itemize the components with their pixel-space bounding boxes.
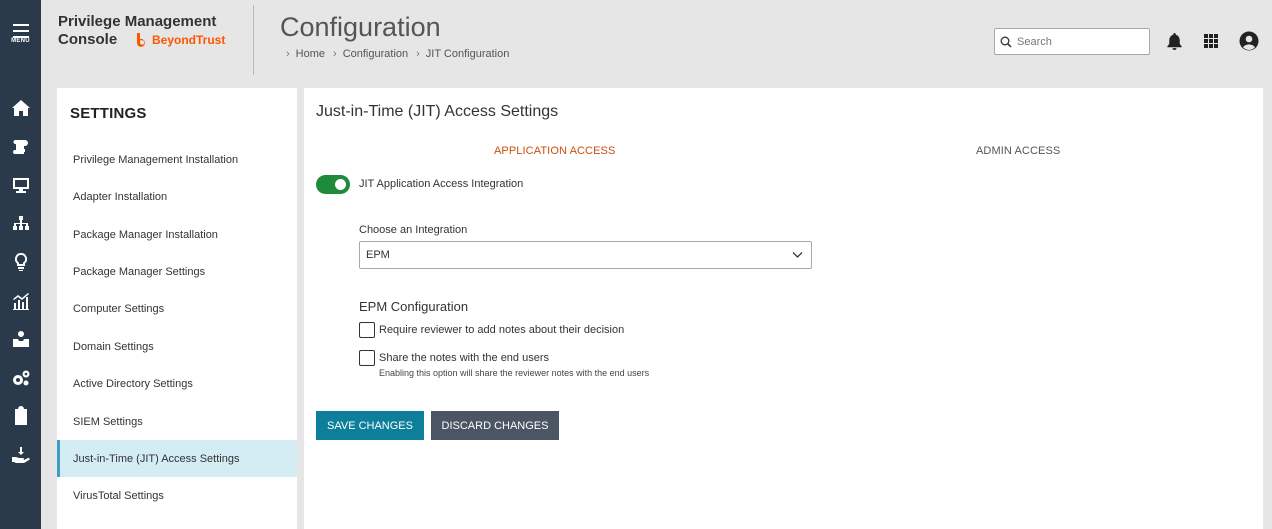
header-divider <box>253 5 254 75</box>
jit-integration-toggle[interactable] <box>316 175 350 194</box>
menu-label: MENU <box>11 38 30 44</box>
hand-download-icon[interactable] <box>0 443 41 467</box>
toggle-knob <box>335 179 346 190</box>
chevron-down-icon <box>792 252 803 258</box>
reviewer-notes-checkbox[interactable] <box>359 322 375 338</box>
discard-changes-button[interactable]: DISCARD CHANGES <box>431 411 559 440</box>
settings-item-adapter-installation[interactable]: Adapter Installation <box>57 178 297 215</box>
integration-select-value: EPM <box>366 249 390 261</box>
clipboard-icon[interactable] <box>0 404 41 428</box>
epm-configuration-title: EPM Configuration <box>359 299 469 314</box>
page-title: Configuration <box>280 12 441 42</box>
breadcrumb: › Home › Configuration › JIT Configurati… <box>286 48 517 60</box>
settings-heading: SETTINGS <box>70 105 147 122</box>
settings-panel: SETTINGS Privilege Management Installati… <box>57 88 297 529</box>
integration-field-label: Choose an Integration <box>359 224 468 236</box>
breadcrumb-configuration[interactable]: Configuration <box>343 48 408 60</box>
beyondtrust-logo-icon <box>137 33 145 47</box>
share-notes-label: Share the notes with the end users <box>379 352 549 364</box>
tab-admin-access[interactable]: ADMIN ACCESS <box>976 145 1060 157</box>
chevron-right-icon: › <box>333 48 337 60</box>
share-notes-hint: Enabling this option will share the revi… <box>379 368 650 378</box>
left-nav-rail: MENU <box>0 0 41 529</box>
breadcrumb-jit-configuration: JIT Configuration <box>425 48 510 60</box>
settings-item-package-manager-installation[interactable]: Package Manager Installation <box>57 216 297 253</box>
menu-button[interactable]: MENU <box>0 24 41 44</box>
chevron-right-icon: › <box>286 48 290 60</box>
settings-item-package-manager-settings[interactable]: Package Manager Settings <box>57 253 297 290</box>
search-icon <box>1000 36 1012 48</box>
hamburger-icon <box>12 24 29 38</box>
share-notes-checkbox[interactable] <box>359 350 375 366</box>
section-title: Just-in-Time (JIT) Access Settings <box>316 103 559 120</box>
beyondtrust-logo: BeyondTrust <box>135 31 225 49</box>
main-panel: Just-in-Time (JIT) Access Settings APPLI… <box>304 88 1263 529</box>
home-icon[interactable] <box>0 96 41 120</box>
monitor-icon[interactable] <box>0 173 41 197</box>
bell-icon[interactable] <box>1163 30 1185 52</box>
apps-grid-icon[interactable] <box>1200 30 1222 52</box>
tab-application-access[interactable]: APPLICATION ACCESS <box>494 145 615 157</box>
chevron-right-icon: › <box>416 48 420 60</box>
settings-item-virustotal-settings[interactable]: VirusTotal Settings <box>57 477 297 514</box>
breadcrumb-home[interactable]: Home <box>296 48 325 60</box>
user-account-icon[interactable] <box>1238 30 1260 52</box>
cogs-icon[interactable] <box>0 366 41 390</box>
settings-item-active-directory-settings[interactable]: Active Directory Settings <box>57 365 297 402</box>
settings-item-domain-settings[interactable]: Domain Settings <box>57 328 297 365</box>
settings-item-privilege-management-installation[interactable]: Privilege Management Installation <box>57 141 297 178</box>
settings-item-jit-access-settings[interactable]: Just-in-Time (JIT) Access Settings <box>57 440 297 477</box>
integration-select[interactable]: EPM <box>359 241 812 269</box>
reviewer-notes-label: Require reviewer to add notes about thei… <box>379 324 625 336</box>
settings-item-siem-settings[interactable]: SIEM Settings <box>57 403 297 440</box>
jit-integration-toggle-label: JIT Application Access Integration <box>359 178 524 190</box>
brand-line1: Privilege Management <box>58 13 217 30</box>
search-input[interactable] <box>1017 35 1137 48</box>
analytics-icon[interactable] <box>0 289 41 313</box>
lightbulb-icon[interactable] <box>0 250 41 274</box>
sitemap-icon[interactable] <box>0 212 41 236</box>
save-changes-button[interactable]: SAVE CHANGES <box>316 411 424 440</box>
logo-text: BeyondTrust <box>152 33 226 47</box>
brand: Privilege Management Console BeyondTrust <box>58 13 225 49</box>
scroll-icon[interactable] <box>0 135 41 159</box>
search-box[interactable] <box>994 28 1150 55</box>
settings-item-computer-settings[interactable]: Computer Settings <box>57 290 297 327</box>
inbox-user-icon[interactable] <box>0 327 41 351</box>
